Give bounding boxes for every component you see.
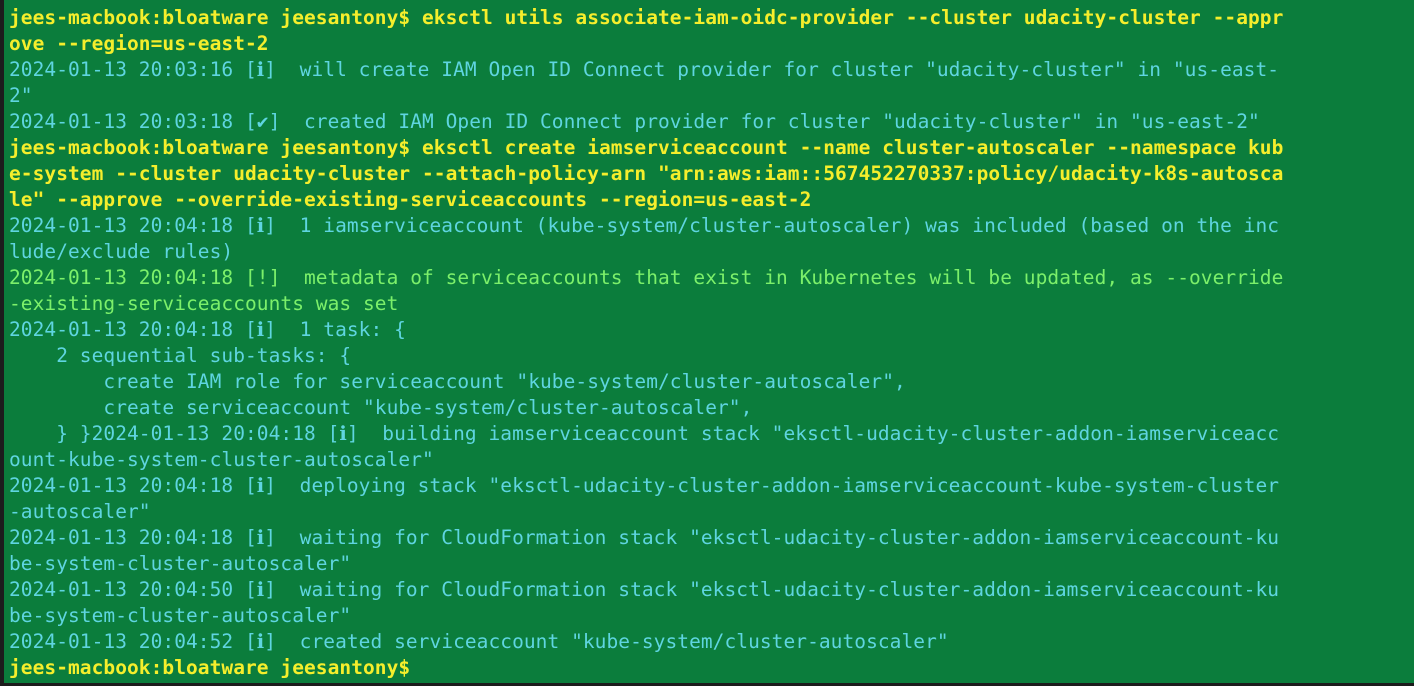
terminal-info-line: 2024-01-13 20:04:18 [ℹ] deploying stack … [9, 473, 1414, 499]
command-text: ove --region=us-east-2 [9, 32, 269, 55]
terminal-info-line: } }2024-01-13 20:04:18 [ℹ] building iams… [9, 421, 1414, 447]
terminal-info-line: 2024-01-13 20:03:16 [ℹ] will create IAM … [9, 57, 1414, 83]
log-info-text: create serviceaccount "kube-system/clust… [9, 396, 753, 419]
terminal-info-line: be-system-cluster-autoscaler" [9, 603, 1414, 629]
log-warning-text: 2024-01-13 20:04:18 [!] metadata of serv… [9, 266, 1284, 289]
terminal-warning-line: -existing-serviceaccounts was set [9, 291, 1414, 317]
terminal-info-line: 2024-01-13 20:04:18 [ℹ] 1 iamserviceacco… [9, 213, 1414, 239]
log-info-text: } }2024-01-13 20:04:18 [ℹ] building iams… [9, 422, 1280, 445]
log-info-text: lude/exclude rules) [9, 240, 234, 263]
terminal-warning-line: 2024-01-13 20:04:18 [!] metadata of serv… [9, 265, 1414, 291]
terminal-info-line: 2024-01-13 20:04:18 [ℹ] waiting for Clou… [9, 525, 1414, 551]
command-text: le" --approve --override-existing-servic… [9, 188, 812, 211]
terminal-info-line: be-system-cluster-autoscaler" [9, 551, 1414, 577]
log-info-text: ount-kube-system-cluster-autoscaler" [9, 448, 434, 471]
log-info-text: 2024-01-13 20:04:18 [ℹ] 1 iamserviceacco… [9, 214, 1280, 237]
command-text: e-system --cluster udacity-cluster --att… [9, 162, 1284, 185]
log-info-text: -autoscaler" [9, 500, 151, 523]
log-info-text: 2024-01-13 20:04:18 [ℹ] waiting for Clou… [9, 526, 1280, 549]
terminal-info-line: create serviceaccount "kube-system/clust… [9, 395, 1414, 421]
log-warning-text: -existing-serviceaccounts was set [9, 292, 399, 315]
terminal-window[interactable]: ___ _ _______ jees-macbook:bloatware jee… [0, 0, 1414, 686]
log-info-text: 2024-01-13 20:04:18 [ℹ] deploying stack … [9, 474, 1280, 497]
log-info-text: 2024-01-13 20:04:50 [ℹ] waiting for Clou… [9, 578, 1280, 601]
log-info-text: be-system-cluster-autoscaler" [9, 552, 352, 575]
terminal-output[interactable]: jees-macbook:bloatware jeesantony$ eksct… [9, 5, 1414, 681]
terminal-info-line: lude/exclude rules) [9, 239, 1414, 265]
terminal-info-line: create IAM role for serviceaccount "kube… [9, 369, 1414, 395]
log-info-text: be-system-cluster-autoscaler" [9, 604, 352, 627]
terminal-prompt-line: jees-macbook:bloatware jeesantony$ eksct… [9, 5, 1414, 31]
log-info-text: 2024-01-13 20:03:18 [✔] created IAM Open… [9, 110, 1260, 133]
log-info-text: 2024-01-13 20:04:52 [ℹ] created servicea… [9, 630, 949, 653]
terminal-info-line: 2024-01-13 20:04:18 [ℹ] 1 task: { [9, 317, 1414, 343]
terminal-info-line: 2024-01-13 20:04:50 [ℹ] waiting for Clou… [9, 577, 1414, 603]
terminal-prompt-line: ove --region=us-east-2 [9, 31, 1414, 57]
log-info-text: 2024-01-13 20:04:18 [ℹ] 1 task: { [9, 318, 406, 341]
log-info-text: 2 sequential sub-tasks: { [9, 344, 352, 367]
terminal-info-line: 2024-01-13 20:03:18 [✔] created IAM Open… [9, 109, 1414, 135]
shell-prompt: jees-macbook:bloatware jeesantony$ [9, 656, 422, 679]
terminal-prompt-line: e-system --cluster udacity-cluster --att… [9, 161, 1414, 187]
terminal-info-line: ount-kube-system-cluster-autoscaler" [9, 447, 1414, 473]
terminal-prompt-line: jees-macbook:bloatware jeesantony$ eksct… [9, 135, 1414, 161]
shell-prompt: jees-macbook:bloatware jeesantony$ [9, 136, 422, 159]
terminal-info-line: -autoscaler" [9, 499, 1414, 525]
command-text: eksctl create iamserviceaccount --name c… [422, 136, 1284, 159]
terminal-prompt-line: jees-macbook:bloatware jeesantony$ [9, 655, 1414, 681]
terminal-info-line: 2" [9, 83, 1414, 109]
log-info-text: create IAM role for serviceaccount "kube… [9, 370, 906, 393]
terminal-prompt-line: le" --approve --override-existing-servic… [9, 187, 1414, 213]
command-text: eksctl utils associate-iam-oidc-provider… [422, 6, 1284, 29]
log-info-text: 2" [9, 84, 33, 107]
terminal-info-line: 2 sequential sub-tasks: { [9, 343, 1414, 369]
log-info-text: 2024-01-13 20:03:16 [ℹ] will create IAM … [9, 58, 1280, 81]
shell-prompt: jees-macbook:bloatware jeesantony$ [9, 6, 422, 29]
terminal-info-line: 2024-01-13 20:04:52 [ℹ] created servicea… [9, 629, 1414, 655]
